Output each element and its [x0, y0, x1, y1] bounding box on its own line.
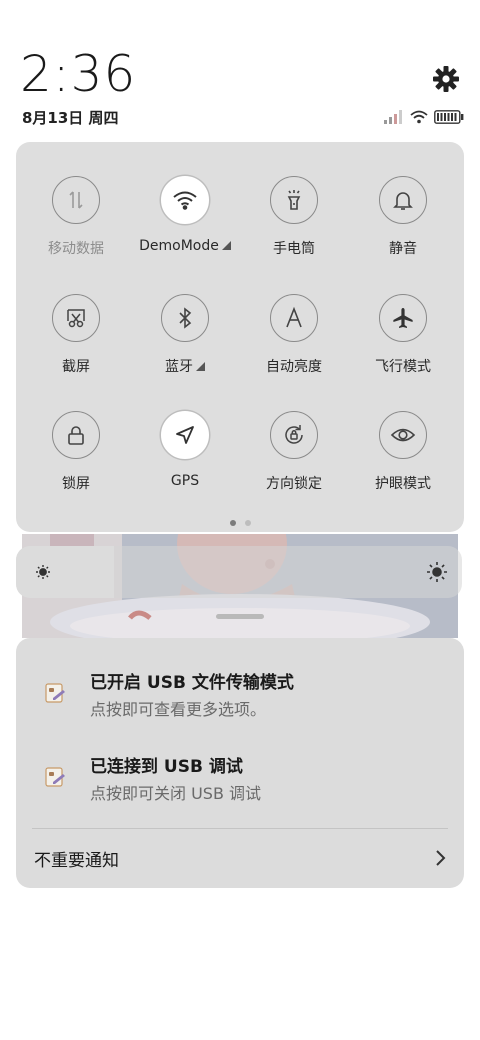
notification-subtitle: 点按即可查看更多选项。 [90, 700, 267, 719]
drag-handle[interactable] [216, 614, 264, 619]
expand-triangle-icon [196, 362, 205, 371]
brightness-high-icon [426, 561, 448, 587]
brightness-low-icon [34, 563, 52, 585]
settings-gear-icon[interactable] [430, 63, 462, 95]
page-indicator [16, 520, 464, 526]
eye-icon [379, 411, 427, 459]
tile-silent[interactable]: 静音 [348, 176, 458, 258]
notification-usb-debugging[interactable]: 已连接到 USB 调试 点按即可关闭 USB 调试 [16, 752, 464, 812]
quick-settings-panel: 移动数据 DemoMode 手电筒 静音 截屏 蓝牙 自动亮度 飞行模式 锁屏 … [16, 142, 464, 532]
unimportant-notifications-link[interactable]: 不重要通知 [34, 846, 119, 871]
tile-eye-protection[interactable]: 护眼模式 [348, 411, 458, 493]
tile-rotation-lock[interactable]: 方向锁定 [239, 411, 349, 493]
lock-icon [52, 411, 100, 459]
notification-subtitle: 点按即可关闭 USB 调试 [90, 784, 262, 803]
tile-label: DemoMode [139, 238, 219, 254]
rotation-lock-icon [270, 411, 318, 459]
scissors-icon [52, 294, 100, 342]
tile-label: 移动数据 [48, 241, 104, 257]
notification-title: 已开启 USB 文件传输模式 [90, 673, 294, 693]
divider [32, 828, 448, 829]
tile-label: 方向锁定 [266, 476, 322, 492]
tile-label: 锁屏 [62, 476, 90, 492]
tile-wifi[interactable]: DemoMode [130, 176, 240, 254]
page-dot-active [229, 520, 236, 526]
usb-app-icon [44, 682, 68, 706]
letter-a-icon [270, 294, 318, 342]
flashlight-icon [270, 176, 318, 224]
bluetooth-icon [161, 294, 209, 342]
wifi-icon [161, 176, 209, 224]
chevron-right-icon[interactable] [434, 850, 446, 866]
clock-date: 8月13日 周四 [22, 109, 119, 127]
tile-mobile-data[interactable]: 移动数据 [21, 176, 131, 258]
data-arrows-icon [52, 176, 100, 224]
expand-triangle-icon [221, 241, 231, 250]
tile-label: 蓝牙 [165, 359, 193, 375]
tile-bluetooth[interactable]: 蓝牙 [130, 294, 240, 376]
notification-usb-transfer[interactable]: 已开启 USB 文件传输模式 点按即可查看更多选项。 [16, 668, 464, 728]
signal-icon [384, 109, 404, 128]
tile-label: 手电筒 [273, 241, 315, 257]
usb-app-icon [44, 766, 68, 790]
tile-airplane-mode[interactable]: 飞行模式 [348, 294, 458, 376]
tile-label: 自动亮度 [266, 359, 322, 375]
location-arrow-icon [161, 411, 209, 459]
brightness-fill [16, 546, 115, 598]
tile-lock-screen[interactable]: 锁屏 [21, 411, 131, 493]
tile-label: GPS [170, 473, 200, 489]
clock-time: 2:36 [20, 45, 137, 103]
tile-label: 飞行模式 [375, 359, 431, 375]
battery-icon [434, 109, 464, 128]
airplane-icon [379, 294, 427, 342]
tile-screenshot[interactable]: 截屏 [21, 294, 131, 376]
bell-icon [379, 176, 427, 224]
tile-label: 护眼模式 [375, 476, 431, 492]
notification-title: 已连接到 USB 调试 [90, 757, 243, 777]
brightness-slider[interactable] [16, 546, 462, 598]
tile-flashlight[interactable]: 手电筒 [239, 176, 349, 258]
tile-auto-brightness[interactable]: 自动亮度 [239, 294, 349, 376]
tile-label: 静音 [389, 241, 417, 257]
notification-panel: 已开启 USB 文件传输模式 点按即可查看更多选项。 已连接到 USB 调试 点… [16, 638, 464, 888]
page-dot [244, 520, 251, 526]
tile-gps[interactable]: GPS [130, 411, 240, 489]
wifi-icon [410, 109, 428, 128]
tile-label: 截屏 [62, 359, 90, 375]
